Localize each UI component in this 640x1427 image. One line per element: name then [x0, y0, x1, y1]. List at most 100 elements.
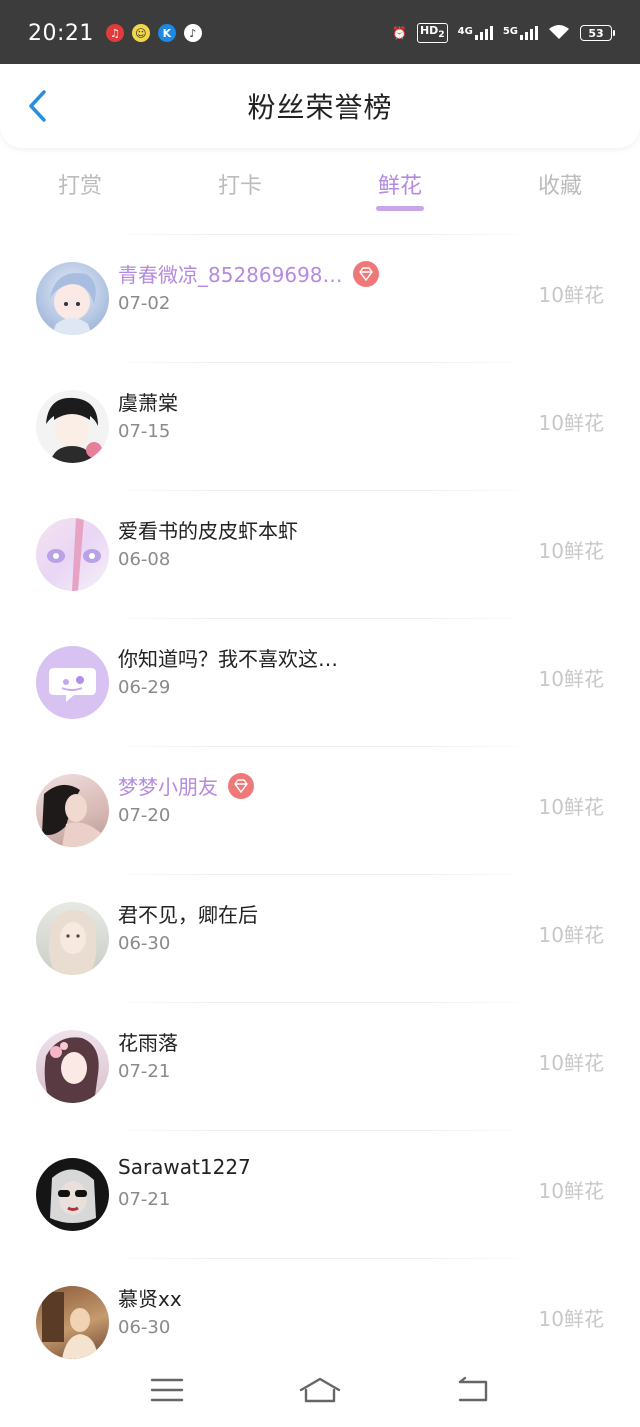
avatar[interactable]	[36, 646, 109, 719]
user-name[interactable]: 青春微凉_852869698…	[118, 259, 343, 288]
flower-count: 10鲜花	[538, 283, 604, 307]
flower-count: 10鲜花	[538, 411, 604, 435]
avatar[interactable]	[36, 902, 109, 975]
hd-label: HD	[419, 23, 439, 37]
battery-level: 53	[588, 26, 604, 40]
netease-music-icon: ♫	[105, 24, 124, 42]
app-notification-icon: ☺	[131, 24, 150, 42]
back-arrow-icon	[29, 90, 46, 122]
net2-label: 5G	[502, 26, 518, 37]
tab-label: 鲜花	[377, 174, 422, 199]
list-item[interactable]: Sarawat1227 07-21 10鲜花	[0, 1131, 640, 1258]
name-line: 花雨落	[118, 1027, 178, 1056]
back-button[interactable]	[22, 88, 52, 124]
hd-icon: HD2	[416, 22, 448, 44]
avatar[interactable]	[36, 262, 109, 335]
tab-flowers[interactable]: 鲜花	[320, 160, 480, 220]
name-line: Sarawat1227	[118, 1155, 251, 1179]
photo-avatar-icon	[42, 784, 102, 847]
avatar[interactable]	[36, 390, 109, 463]
list-item[interactable]: 虞萧棠 07-15 10鲜花	[0, 363, 640, 490]
fan-list: 青春微凉_852869698… 07-02 10鲜花 虞萧棠 07-15 10鲜…	[0, 234, 640, 1386]
flower-count: 10鲜花	[538, 539, 604, 563]
list-item[interactable]: 你知道吗？我不喜欢这… 06-29 10鲜花	[0, 619, 640, 746]
flower-count: 10鲜花	[538, 1179, 604, 1203]
net1-label: 4G	[457, 26, 473, 37]
user-name[interactable]: 你知道吗？我不喜欢这…	[118, 643, 338, 672]
back-nav-button[interactable]	[443, 1370, 503, 1410]
tab-collect[interactable]: 收藏	[480, 160, 640, 220]
user-name[interactable]: 爱看书的皮皮虾本虾	[118, 515, 298, 544]
status-bar: 20:21 ♫ ☺ K ♪ ⏰ HD2 4G 5G 53	[0, 0, 640, 66]
tab-checkin[interactable]: 打卡	[160, 160, 320, 220]
date: 06-30	[118, 933, 171, 954]
flower-count: 10鲜花	[538, 1307, 604, 1331]
user-name[interactable]: Sarawat1227	[118, 1155, 251, 1179]
status-time: 20:21	[28, 20, 94, 46]
list-item[interactable]: 青春微凉_852869698… 07-02 10鲜花	[0, 235, 640, 362]
signal-5g: 5G	[503, 26, 538, 40]
date: 06-08	[118, 549, 171, 570]
avatar[interactable]	[36, 774, 109, 847]
music-app-icon: ♪	[183, 24, 202, 42]
menu-button[interactable]	[137, 1370, 197, 1410]
anime-boy-avatar-icon	[46, 397, 102, 463]
page-title: 粉丝荣誉榜	[247, 91, 393, 124]
system-nav-bar	[0, 1352, 640, 1427]
user-name[interactable]: 君不见，卿在后	[118, 899, 258, 928]
name-line: 虞萧棠	[118, 387, 178, 416]
tab-bar: 打赏 打卡 鲜花 收藏	[0, 160, 640, 220]
photo-avatar-icon	[42, 1292, 98, 1359]
tab-reward[interactable]: 打赏	[0, 160, 160, 220]
name-line: 君不见，卿在后	[118, 899, 258, 928]
flower-count: 10鲜花	[538, 667, 604, 691]
notification-icons: ♫ ☺ K ♪	[105, 24, 202, 42]
name-line: 慕贤xx	[118, 1283, 182, 1312]
vip-diamond-icon	[352, 260, 379, 287]
vip-diamond-icon	[228, 772, 254, 799]
tab-label: 收藏	[537, 174, 582, 199]
battery-icon: 53	[580, 25, 615, 41]
photo-avatar-icon	[48, 909, 97, 975]
menu-icon	[150, 1378, 183, 1401]
name-line: 青春微凉_852869698…	[118, 259, 379, 288]
avatar[interactable]	[36, 1158, 109, 1231]
tab-label: 打卡	[217, 174, 262, 199]
flower-count: 10鲜花	[538, 1051, 604, 1075]
wifi-icon	[548, 24, 570, 43]
signal-4g: 4G	[458, 26, 493, 40]
date: 07-15	[118, 421, 171, 442]
date: 07-20	[118, 805, 171, 826]
sunglasses-avatar-icon	[50, 1169, 96, 1223]
user-name[interactable]: 梦梦小朋友	[118, 771, 218, 800]
system-indicators: ⏰ HD2 4G 5G 53	[392, 22, 615, 44]
signal-bars-icon	[474, 26, 493, 40]
date: 06-29	[118, 677, 171, 698]
list-item[interactable]: 爱看书的皮皮虾本虾 06-08 10鲜花	[0, 491, 640, 618]
flower-count: 10鲜花	[538, 795, 604, 819]
list-item[interactable]: 梦梦小朋友 07-20 10鲜花	[0, 747, 640, 874]
user-name[interactable]: 花雨落	[118, 1027, 178, 1056]
user-name[interactable]: 虞萧棠	[118, 387, 178, 416]
anime-eyes-avatar-icon	[47, 518, 101, 591]
list-item[interactable]: 君不见，卿在后 06-30 10鲜花	[0, 875, 640, 1002]
user-name[interactable]: 慕贤xx	[118, 1283, 182, 1312]
avatar[interactable]	[36, 1286, 109, 1359]
tab-label: 打赏	[57, 174, 102, 199]
signal-bars-icon	[520, 26, 538, 40]
hd-sub: 2	[438, 29, 445, 41]
avatar[interactable]	[36, 1030, 109, 1103]
illustrated-girl-avatar-icon	[44, 1037, 99, 1103]
avatar[interactable]	[36, 518, 109, 591]
date: 07-21	[118, 1189, 171, 1210]
name-line: 你知道吗？我不喜欢这…	[118, 643, 338, 672]
home-button[interactable]	[290, 1370, 350, 1410]
flower-count: 10鲜花	[538, 923, 604, 947]
date: 07-21	[118, 1061, 171, 1082]
anime-girl-avatar-icon	[50, 273, 96, 335]
date: 06-30	[118, 1317, 171, 1338]
kugou-icon: K	[157, 24, 176, 42]
list-item[interactable]: 花雨落 07-21 10鲜花	[0, 1003, 640, 1130]
home-icon	[299, 1377, 341, 1402]
date: 07-02	[118, 293, 171, 314]
